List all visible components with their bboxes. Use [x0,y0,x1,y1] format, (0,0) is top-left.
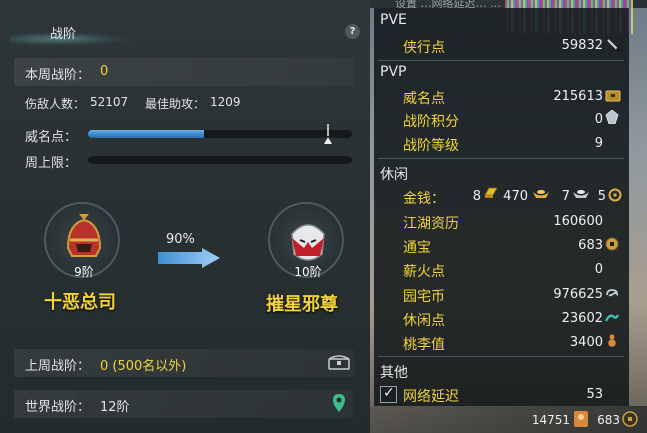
battle-rank-panel: 战阶 ? 本周战阶： 0 伤敌人数： 52107 最佳助攻： 1209 威名点：… [0,0,370,433]
last-week-rank-label: 上周战阶： [25,359,91,374]
coin-icon [622,411,638,427]
row-value-taoli: 3400 [569,335,603,350]
progress-percent: 90% [166,232,195,247]
coin-icon [605,237,619,251]
section-title-pvp: PVP [380,64,407,80]
current-rank-level: 9阶 [74,265,94,279]
row-value-garden-coin: 976625 [553,287,603,302]
footer-value-1: 14751 [531,413,570,427]
fame-progress-fill [88,130,205,138]
money-gold-value: 8 [472,189,481,204]
gold-bar-icon [484,187,498,198]
reward-chest-icon[interactable] [328,354,350,370]
gold-ingot-icon [533,190,549,198]
row-value-network-delay: 53 [586,387,603,402]
gourd-icon [608,334,616,347]
next-rank-level: 10阶 [294,265,322,279]
row-value-leisure-points: 23602 [561,311,603,326]
row-value-rank-points: 0 [594,112,603,127]
next-rank-name: 摧星邪尊 [266,294,338,315]
wave-icon [605,314,619,322]
row-label-taoli: 桃李值 [403,337,445,353]
row-label-rank-points: 战阶积分 [403,114,459,130]
section-divider [378,356,624,357]
footer-value-2: 683 [597,413,620,427]
crystal-icon [605,110,619,124]
help-icon[interactable]: ? [345,24,360,39]
best-assist-label: 最佳助攻： [145,97,206,111]
network-delay-checkbox[interactable]: ✓ [380,385,397,403]
row-label-garden-coin: 园宅币 [403,289,445,305]
money-silver-value: 470 [503,189,528,204]
character-icon [574,411,588,427]
world-rank-value: 12阶 [100,400,130,415]
brush-icon [607,39,620,52]
row-value-fame: 215613 [553,89,603,104]
row-label-leisure-points: 休闲点 [403,313,445,329]
fame-progress-bar [88,130,352,138]
silver-ingot-icon [573,190,589,198]
progress-marker-icon [324,124,332,144]
row-value-tongbao: 683 [578,238,603,253]
last-week-rank-value: 0 (500名以外) [100,359,187,374]
row-label-xinhuo: 薪火点 [403,264,445,280]
money-copper-value: 7 [561,189,570,204]
checkmark-icon: ✓ [383,385,395,401]
row-label-network-delay: 网络延迟 [403,389,459,405]
panel-header: 战阶 [0,14,370,50]
section-divider [378,60,624,61]
money-coin-value: 5 [597,189,606,204]
weekly-cap-progress-bar [88,156,352,164]
row-label-seniority: 江湖资历 [403,216,459,232]
section-title-leisure: 休闲 [380,167,408,183]
world-rank-label: 世界战阶： [25,400,91,415]
row-value-rank-level: 9 [594,136,603,151]
row-label-rank-level: 战阶等级 [403,138,459,154]
copper-coin-icon [608,188,622,202]
arrow-right-icon [158,248,220,268]
row-value-xiaxing: 59832 [561,38,603,53]
cloud-token-icon [606,289,618,297]
panel-title: 战阶 [50,27,77,42]
defeated-value: 52107 [90,95,129,109]
current-rank-name: 十恶总司 [44,292,116,313]
row-value-seniority: 160600 [553,214,603,229]
row-label-tongbao: 通宝 [403,240,431,256]
treasure-chest-icon [605,90,621,102]
row-label-fame: 威名点 [403,91,445,107]
row-label-xiaxing: 侠行点 [403,40,445,56]
weekly-rank-value: 0 [100,64,109,79]
section-title-pve: PVE [380,12,407,28]
row-label-money: 金钱： [403,191,445,207]
location-pin-icon[interactable] [332,393,346,413]
weekly-cap-label: 周上限： [25,156,78,171]
row-value-xinhuo: 0 [594,262,603,277]
defeated-label: 伤敌人数： [25,97,86,111]
fame-label: 威名点： [25,130,78,145]
best-assist-value: 1209 [210,95,241,109]
section-title-other: 其他 [380,365,408,381]
section-divider [378,158,624,159]
weekly-rank-label: 本周战阶： [25,68,91,83]
